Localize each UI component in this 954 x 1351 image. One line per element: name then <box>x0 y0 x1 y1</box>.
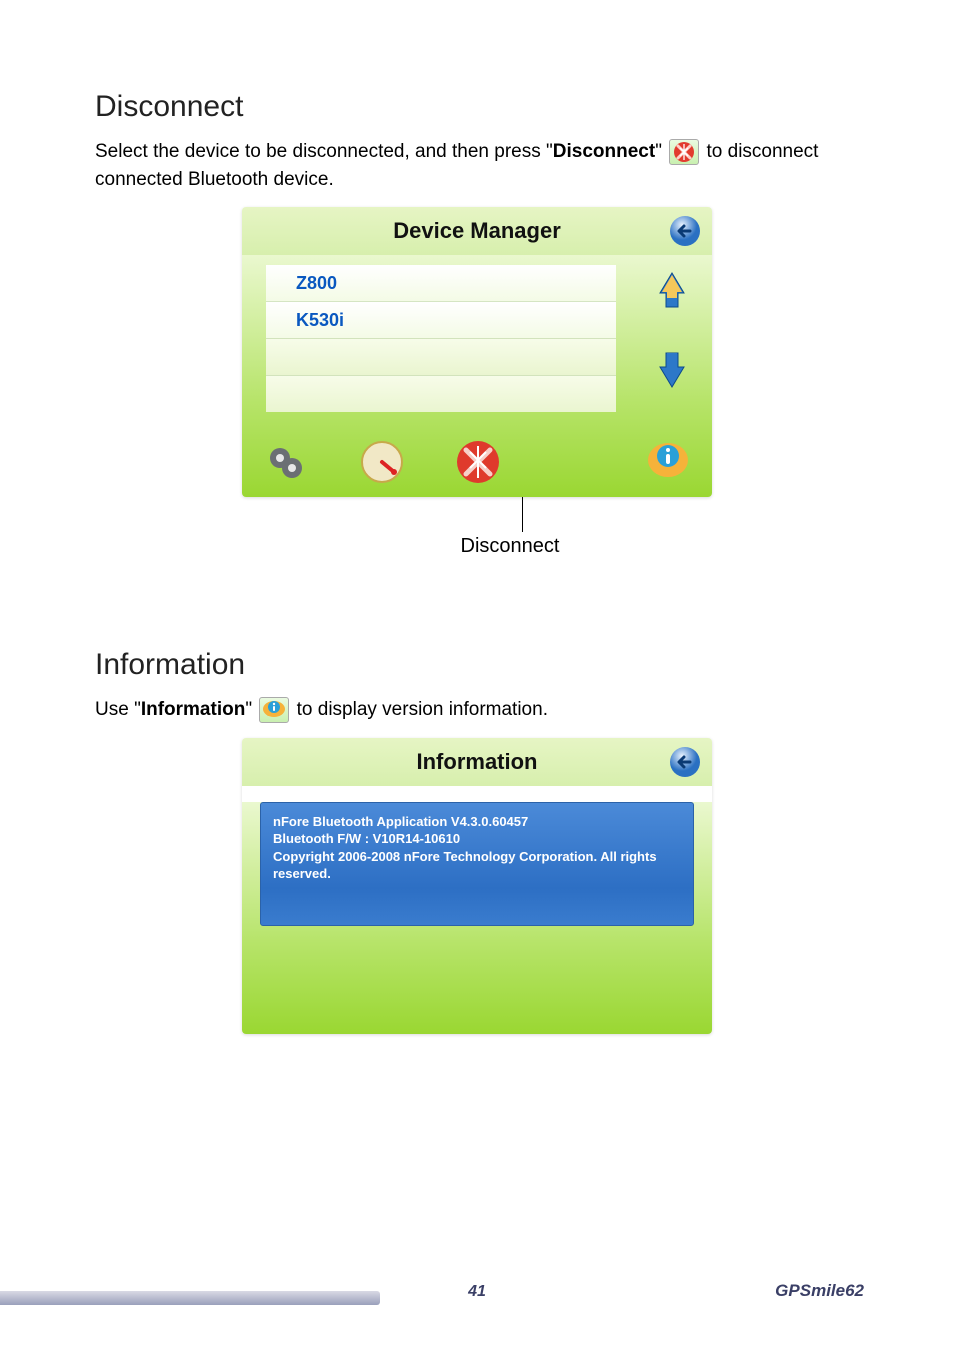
heading-information: Information <box>95 648 859 682</box>
bold-information: Information <box>141 699 246 720</box>
info-button[interactable] <box>644 438 692 486</box>
list-item[interactable] <box>266 375 616 412</box>
paragraph-disconnect: Select the device to be disconnected, an… <box>95 138 859 193</box>
info-line: Copyright 2006-2008 nFore Technology Cor… <box>273 848 681 883</box>
list-item[interactable]: K530i <box>266 301 616 338</box>
heading-disconnect: Disconnect <box>95 90 859 124</box>
back-button[interactable] <box>668 214 702 248</box>
callout-label: Disconnect <box>242 535 712 558</box>
list-item[interactable]: Z800 <box>266 265 616 301</box>
page-number: 41 <box>468 1283 486 1301</box>
panel-title: Information <box>242 738 712 786</box>
text: Select the device to be disconnected, an… <box>95 141 553 162</box>
info-card: nFore Bluetooth Application V4.3.0.60457… <box>260 802 694 926</box>
info-line: Bluetooth F/W : V10R14-10610 <box>273 830 681 848</box>
information-icon <box>259 697 289 723</box>
footer-bar <box>0 1291 380 1305</box>
list-item[interactable] <box>266 338 616 375</box>
panel-title-text: Device Manager <box>393 218 561 243</box>
disconnect-icon <box>669 139 699 165</box>
panel-title: Device Manager <box>242 207 712 255</box>
text: " <box>245 699 257 720</box>
page-footer: 41 GPSmile62 <box>0 1285 954 1305</box>
panel-title-text: Information <box>417 749 538 774</box>
information-screenshot: Information nFore Bluetooth Application … <box>242 738 712 1034</box>
footer-brand: GPSmile62 <box>775 1281 864 1301</box>
connect-icon[interactable] <box>358 438 406 486</box>
scroll-up-button[interactable] <box>650 267 694 311</box>
gear-icon[interactable] <box>262 438 310 486</box>
device-list: Z800 K530i <box>266 265 616 412</box>
info-line: nFore Bluetooth Application V4.3.0.60457 <box>273 813 681 831</box>
bold-disconnect: Disconnect <box>553 141 655 162</box>
text: Use " <box>95 699 141 720</box>
back-button[interactable] <box>668 745 702 779</box>
callout-line <box>522 497 523 532</box>
device-manager-screenshot: Device Manager Z800 K530i <box>242 207 712 558</box>
text: to display version information. <box>297 699 548 720</box>
scroll-down-button[interactable] <box>650 347 694 391</box>
disconnect-button[interactable] <box>454 438 502 486</box>
text: " <box>655 141 667 162</box>
paragraph-information: Use "Information" to display version inf… <box>95 696 859 724</box>
